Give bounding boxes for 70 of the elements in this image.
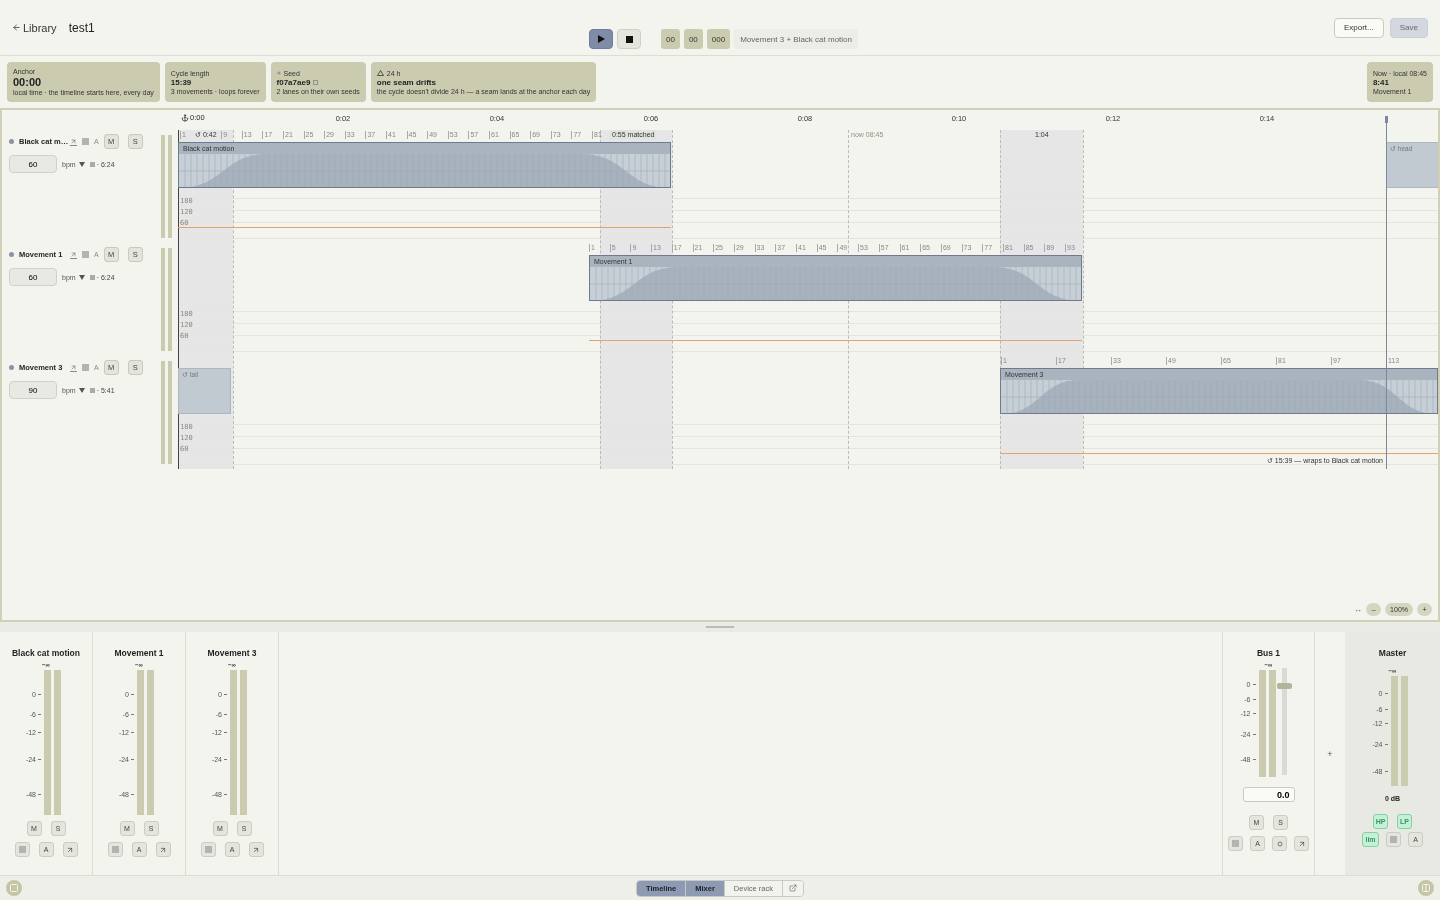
arrow-icon[interactable] <box>70 250 77 258</box>
arrow-icon <box>159 845 167 854</box>
fader-thumb[interactable] <box>1276 683 1292 690</box>
stop-button[interactable] <box>617 29 641 49</box>
record-button[interactable] <box>14 842 30 857</box>
time-field[interactable]: 00 <box>661 29 680 49</box>
square-icon <box>82 138 89 145</box>
arrow-icon[interactable] <box>70 363 77 371</box>
bpm-field[interactable]: 90 <box>9 381 57 399</box>
dropdown-icon[interactable] <box>78 387 85 393</box>
arrow-icon <box>1297 839 1306 848</box>
record-button[interactable] <box>200 842 216 857</box>
square-icon <box>82 364 89 371</box>
channel-name: Black cat motion <box>12 648 80 658</box>
route-button[interactable] <box>1294 836 1309 851</box>
card-value: one seam drifts <box>376 77 436 87</box>
record-button[interactable] <box>1386 832 1401 847</box>
card-value: f07a7ae9 <box>276 77 311 87</box>
bpm-field[interactable]: 60 <box>9 268 57 286</box>
track-dot <box>9 365 14 370</box>
record-button[interactable] <box>107 842 123 857</box>
stop-icon <box>625 35 633 43</box>
panel-toggle-icon[interactable] <box>1418 880 1434 896</box>
record-button[interactable] <box>1228 836 1243 851</box>
track-dot <box>9 139 14 144</box>
square-icon <box>1232 840 1239 847</box>
panel-toggle-icon[interactable] <box>6 880 22 896</box>
play-icon <box>597 35 605 43</box>
route-button[interactable] <box>248 842 264 857</box>
play-button[interactable] <box>589 29 613 49</box>
anchor-icon <box>181 113 189 122</box>
project-title: test1 <box>68 20 95 35</box>
arrow-left-icon <box>12 23 21 32</box>
pop-out-button[interactable] <box>783 880 804 896</box>
square-icon <box>18 846 26 853</box>
channel-name: Movement 1 <box>114 648 164 658</box>
card-value: 8:41 <box>1372 77 1390 87</box>
bpm-field[interactable]: 60 <box>9 155 57 173</box>
route-button[interactable] <box>62 842 78 857</box>
time-field[interactable]: 000 <box>706 29 731 49</box>
splitter-handle[interactable] <box>706 626 734 628</box>
route-button[interactable] <box>155 842 171 857</box>
arrow-icon <box>66 845 74 854</box>
warning-icon <box>376 70 384 76</box>
card-value: 15:39 <box>170 77 192 87</box>
card-value: 00:00 <box>13 76 42 88</box>
arrow-icon[interactable] <box>70 137 77 145</box>
square-icon <box>204 846 212 853</box>
track-dot <box>9 252 14 257</box>
back-link[interactable]: Library <box>12 21 57 34</box>
time-field[interactable]: 00 <box>683 29 703 49</box>
square-icon <box>1390 836 1397 843</box>
channel-name: Movement 3 <box>207 648 257 658</box>
fit-width-icon[interactable]: ↔ <box>1354 604 1363 614</box>
channel-name: Master <box>1378 648 1407 658</box>
copy-icon[interactable] <box>313 79 319 85</box>
arrow-icon <box>252 845 260 854</box>
export-button[interactable]: Export... <box>1333 17 1384 38</box>
add-bus-button[interactable]: + <box>1315 747 1345 760</box>
dropdown-icon[interactable] <box>78 161 85 167</box>
now-playing-label: Movement 3 + Black cat motion <box>734 29 858 49</box>
square-icon <box>82 251 89 258</box>
playhead-handle[interactable] <box>1385 116 1388 123</box>
gain-field[interactable]: 0.0 <box>1242 787 1295 802</box>
external-link-icon <box>789 884 798 892</box>
pan-button[interactable] <box>1272 836 1287 851</box>
channel-name: Bus 1 <box>1256 648 1281 658</box>
circle-icon <box>1276 840 1283 847</box>
dropdown-icon[interactable] <box>78 274 85 280</box>
square-icon <box>111 846 119 853</box>
